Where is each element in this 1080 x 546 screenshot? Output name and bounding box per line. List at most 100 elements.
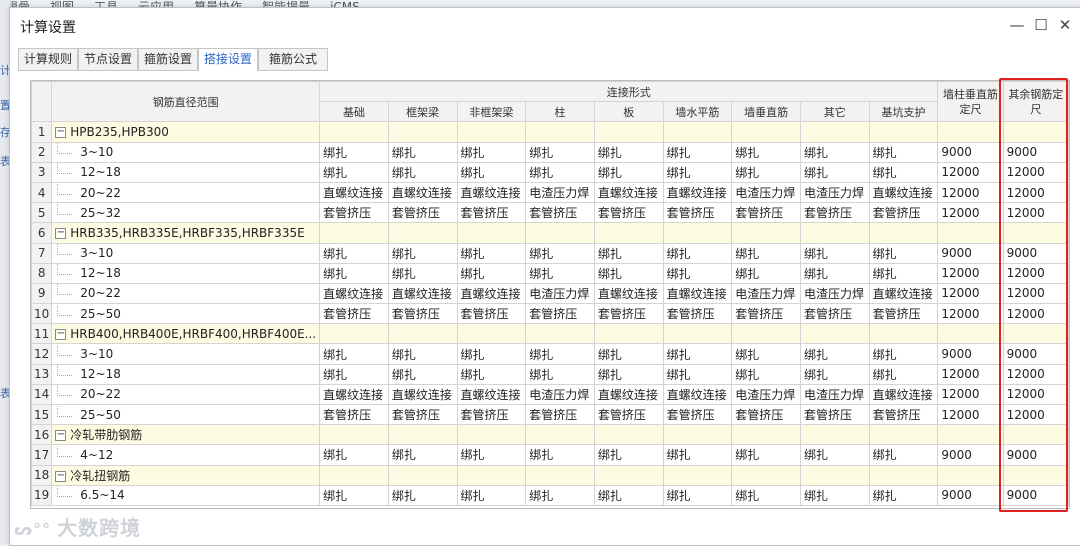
tab-stirrup-formula[interactable]: 箍筋公式 xyxy=(258,48,328,71)
conn-cell[interactable]: 绑扎 xyxy=(319,444,389,466)
conn-cell[interactable]: 绑扎 xyxy=(799,444,870,466)
conn-cell[interactable]: 套管挤压 xyxy=(799,303,870,325)
conn-cell[interactable]: 绑扎 xyxy=(662,242,733,264)
conn-cell[interactable]: 绑扎 xyxy=(868,484,939,506)
conn-cell[interactable]: 直螺纹连接 xyxy=(593,383,664,406)
other-length-cell[interactable]: 12000 xyxy=(1002,403,1069,426)
other-length-cell[interactable]: 9000 xyxy=(1002,444,1069,466)
table-row[interactable]: 5 25~32 套管挤压 套管挤压 套管挤压 套管挤压 套管挤压 套管挤压 套管挤压 套管挤压 套管… xyxy=(31,202,1069,224)
conn-cell[interactable]: 直螺纹连接 xyxy=(456,383,527,406)
conn-cell[interactable]: 绑扎 xyxy=(799,363,870,385)
conn-cell[interactable]: 套管挤压 xyxy=(593,403,664,426)
conn-cell[interactable]: 套管挤压 xyxy=(868,303,939,325)
group-label-cell[interactable]: − 冷轧扭钢筋 xyxy=(51,464,321,486)
wall-length-cell[interactable]: 9000 xyxy=(937,484,1004,506)
table-row[interactable]: 12 3~10 绑扎 绑扎 绑扎 绑扎 绑扎 绑扎 绑扎 绑扎 绑扎 9000 9000 xyxy=(31,343,1069,365)
conn-cell[interactable]: 绑扎 xyxy=(731,262,801,284)
range-cell[interactable]: 20~22 xyxy=(51,282,321,305)
conn-cell[interactable]: 直螺纹连接 xyxy=(662,383,733,406)
range-cell[interactable]: 20~22 xyxy=(51,383,321,406)
conn-cell[interactable]: 直螺纹连接 xyxy=(662,181,733,204)
other-length-cell[interactable]: 12000 xyxy=(1002,282,1069,305)
conn-cell[interactable]: 绑扎 xyxy=(319,242,389,264)
conn-cell[interactable]: 电渣压力焊 xyxy=(731,282,801,305)
group-label-cell[interactable]: − HRB335,HRB335E,HRBF335,HRBF335E xyxy=(51,222,321,244)
conn-cell[interactable]: 绑扎 xyxy=(662,343,733,365)
other-length-cell[interactable]: 9000 xyxy=(1002,343,1069,365)
conn-cell[interactable]: 绑扎 xyxy=(387,242,458,264)
range-cell[interactable]: 25~50 xyxy=(51,403,321,426)
conn-cell[interactable]: 绑扎 xyxy=(456,262,527,284)
table-row[interactable]: 15 25~50 套管挤压 套管挤压 套管挤压 套管挤压 套管挤压 套管挤压 套管挤压 套管挤压套… xyxy=(31,403,1069,426)
other-length-cell[interactable]: 9000 xyxy=(1002,484,1069,506)
tab-stirrup-settings[interactable]: 箍筋设置 xyxy=(138,48,198,71)
range-cell[interactable]: 3~10 xyxy=(51,141,321,163)
conn-cell[interactable]: 套管挤压 xyxy=(731,303,801,325)
table-row[interactable]: 19 6.5~14 绑扎 绑扎 绑扎 绑扎 绑扎 绑扎 绑扎 绑扎 绑扎 9000 9000 xyxy=(31,484,1069,506)
conn-cell[interactable]: 绑扎 xyxy=(731,242,801,264)
conn-cell[interactable]: 套管挤压 xyxy=(731,202,801,224)
conn-cell[interactable]: 绑扎 xyxy=(387,444,458,466)
other-length-cell[interactable]: 9000 xyxy=(1002,141,1069,163)
tab-lap-settings[interactable]: 搭接设置 xyxy=(198,48,258,72)
range-cell[interactable]: 25~32 xyxy=(51,202,321,224)
conn-cell[interactable]: 绑扎 xyxy=(593,262,664,284)
conn-cell[interactable]: 绑扎 xyxy=(799,484,870,506)
other-length-cell[interactable]: 12000 xyxy=(1002,161,1069,183)
conn-cell[interactable]: 套管挤压 xyxy=(868,403,939,426)
conn-cell[interactable]: 套管挤压 xyxy=(868,202,939,224)
conn-cell[interactable]: 套管挤压 xyxy=(593,202,664,224)
group-row[interactable]: 11− HRB400,HRB400E,HRBF400,HRBF400E... xyxy=(31,323,1069,345)
conn-cell[interactable]: 绑扎 xyxy=(593,242,664,264)
conn-cell[interactable]: 电渣压力焊 xyxy=(525,383,595,406)
conn-cell[interactable]: 绑扎 xyxy=(868,444,939,466)
wall-length-cell[interactable]: 12000 xyxy=(937,202,1004,224)
conn-cell[interactable]: 绑扎 xyxy=(387,262,458,284)
conn-cell[interactable]: 绑扎 xyxy=(662,363,733,385)
conn-cell[interactable]: 绑扎 xyxy=(731,161,801,183)
conn-cell[interactable]: 绑扎 xyxy=(525,141,595,163)
table-row[interactable]: 14 20~22 直螺纹连接 直螺纹连接 直螺纹连接 电渣压力焊 直螺纹连接 直螺纹连接 电渣压… xyxy=(31,383,1069,406)
wall-length-cell[interactable]: 12000 xyxy=(937,161,1004,183)
conn-cell[interactable]: 套管挤压 xyxy=(525,403,595,426)
tab-node-settings[interactable]: 节点设置 xyxy=(78,48,138,71)
conn-cell[interactable]: 套管挤压 xyxy=(456,202,527,224)
range-cell[interactable]: 4~12 xyxy=(51,444,321,466)
conn-cell[interactable]: 电渣压力焊 xyxy=(799,282,870,305)
conn-cell[interactable]: 绑扎 xyxy=(456,343,527,365)
conn-cell[interactable]: 绑扎 xyxy=(319,262,389,284)
wall-length-cell[interactable]: 9000 xyxy=(937,242,1004,264)
conn-cell[interactable]: 绑扎 xyxy=(868,242,939,264)
conn-cell[interactable]: 绑扎 xyxy=(319,343,389,365)
conn-cell[interactable]: 直螺纹连接 xyxy=(868,383,939,406)
conn-cell[interactable]: 直螺纹连接 xyxy=(387,383,458,406)
table-row[interactable]: 8 12~18 绑扎 绑扎 绑扎 绑扎 绑扎 绑扎 绑扎 绑扎 绑扎 12000 12000 xyxy=(31,262,1069,284)
conn-cell[interactable]: 绑扎 xyxy=(387,363,458,385)
conn-cell[interactable]: 套管挤压 xyxy=(799,202,870,224)
group-row[interactable]: 1− HPB235,HPB300 xyxy=(31,121,1069,143)
conn-cell[interactable]: 绑扎 xyxy=(319,161,389,183)
conn-cell[interactable]: 绑扎 xyxy=(799,262,870,284)
conn-cell[interactable]: 直螺纹连接 xyxy=(456,181,527,204)
conn-cell[interactable]: 套管挤压 xyxy=(731,403,801,426)
conn-cell[interactable]: 套管挤压 xyxy=(319,403,389,426)
wall-length-cell[interactable]: 9000 xyxy=(937,343,1004,365)
close-button[interactable]: ✕ xyxy=(1054,15,1076,35)
conn-cell[interactable]: 套管挤压 xyxy=(456,303,527,325)
group-row[interactable]: 16− 冷轧带肋钢筋 xyxy=(31,424,1069,446)
collapse-toggle-icon[interactable]: − xyxy=(55,430,67,442)
conn-cell[interactable]: 套管挤压 xyxy=(387,303,458,325)
conn-cell[interactable]: 绑扎 xyxy=(593,343,664,365)
conn-cell[interactable]: 套管挤压 xyxy=(525,303,595,325)
conn-cell[interactable]: 绑扎 xyxy=(456,141,527,163)
conn-cell[interactable]: 电渣压力焊 xyxy=(799,383,870,406)
wall-length-cell[interactable]: 12000 xyxy=(937,363,1004,385)
range-cell[interactable]: 20~22 xyxy=(51,181,321,204)
conn-cell[interactable]: 绑扎 xyxy=(456,444,527,466)
other-length-cell[interactable]: 12000 xyxy=(1002,363,1069,385)
table-row[interactable]: 3 12~18 绑扎 绑扎 绑扎 绑扎 绑扎 绑扎 绑扎 绑扎 绑扎 12000 12000 xyxy=(31,161,1069,183)
conn-cell[interactable]: 套管挤压 xyxy=(593,303,664,325)
group-row[interactable]: 18− 冷轧扭钢筋 xyxy=(31,464,1069,486)
range-cell[interactable]: 25~50 xyxy=(51,303,321,325)
wall-length-cell[interactable]: 12000 xyxy=(937,181,1004,204)
